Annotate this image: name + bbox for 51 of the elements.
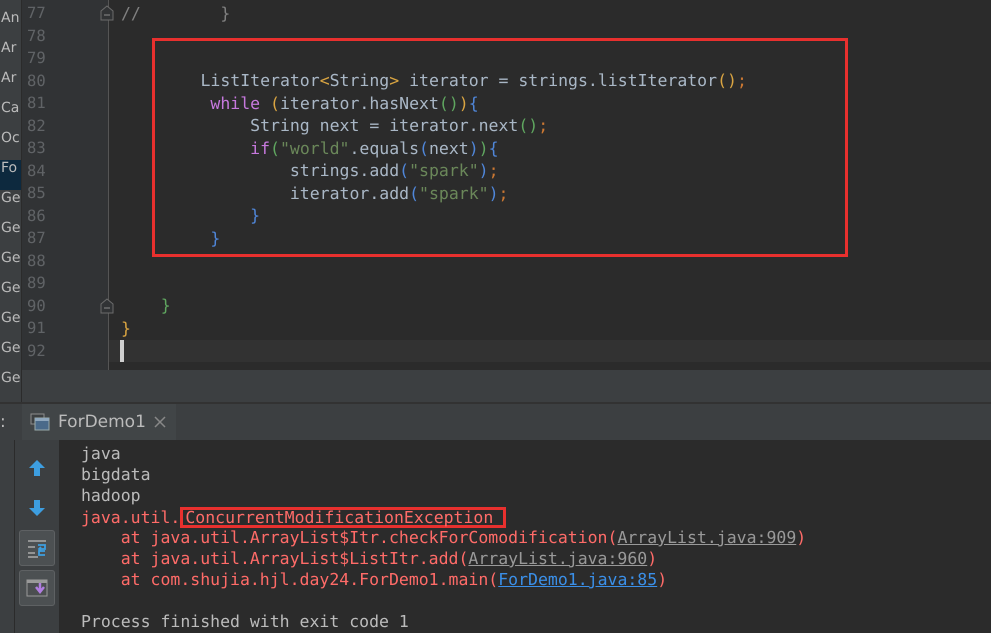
up-arrow-icon	[27, 458, 47, 478]
tree-item[interactable]: Ge	[0, 310, 21, 340]
console-window-icon	[30, 413, 50, 431]
file-link[interactable]: ArrayList.java:909	[617, 528, 796, 547]
tree-item[interactable]: Ge	[0, 190, 21, 220]
code-line: }	[209, 228, 220, 248]
tree-item[interactable]: Ar	[0, 40, 21, 70]
code-line: // }	[121, 4, 230, 23]
file-link[interactable]: ForDemo1.java:85	[498, 570, 658, 589]
console-text: bigdata	[81, 465, 151, 484]
exception-name: ConcurrentModificationException	[180, 507, 506, 528]
code-line: strings.add("spark");	[288, 161, 499, 180]
scroll-to-end-icon	[25, 577, 49, 599]
tree-item[interactable]: Ar	[0, 70, 21, 100]
text-caret	[120, 340, 124, 362]
tree-item[interactable]: Ge	[0, 220, 21, 250]
code-line: String next = iterator.next();	[249, 116, 548, 136]
down-arrow-icon	[27, 498, 47, 518]
code-line: ListIterator<String> iterator = strings.listIterator();	[199, 71, 747, 90]
console-text: hadoop	[81, 486, 141, 505]
tree-item[interactable]: Ge	[0, 370, 21, 400]
stack-trace-text: at java.util.ArrayList$Itr.checkForComodification(	[120, 528, 618, 547]
code-line: while (iterator.hasNext()){	[209, 94, 479, 113]
code-line: iterator.add("spark");	[288, 184, 508, 203]
run-tab[interactable]: ForDemo1	[22, 404, 176, 440]
fold-icon[interactable]	[100, 5, 114, 21]
stack-trace-text: )	[657, 570, 668, 589]
file-link[interactable]: ArrayList.java:960	[468, 549, 648, 568]
tree-item[interactable]: Ge	[0, 340, 21, 370]
stack-trace-text: )	[647, 549, 658, 568]
panel-label: :	[0, 412, 7, 432]
tree-item[interactable]: Ca	[0, 100, 21, 130]
tree-item[interactable]: Ge	[0, 280, 21, 310]
code-line: if("world".equals(next)){	[249, 138, 499, 158]
fold-icon[interactable]	[100, 298, 114, 314]
stack-trace-text: at java.util.ArrayList$ListItr.add(	[120, 549, 468, 568]
scroll-to-end-button[interactable]	[19, 570, 55, 606]
soft-wrap-button[interactable]	[19, 530, 55, 566]
code-line: }	[160, 296, 171, 316]
tree-item[interactable]: Ge	[0, 250, 21, 280]
code-line: }	[249, 206, 260, 226]
tree-item[interactable]: Oc	[0, 130, 21, 160]
stack-trace-text: )	[796, 528, 806, 547]
code-line: }	[121, 318, 131, 338]
console-text: Process finished with exit code 1	[81, 612, 409, 631]
close-icon[interactable]	[154, 416, 166, 428]
console-text: java	[81, 444, 121, 463]
tree-item[interactable]: An	[0, 10, 21, 40]
tree-item[interactable]: Fo	[0, 160, 21, 190]
stack-trace-text: at com.shujia.hjl.day24.ForDemo1.main(	[120, 570, 498, 589]
stack-trace-text: java.util.	[81, 508, 180, 527]
